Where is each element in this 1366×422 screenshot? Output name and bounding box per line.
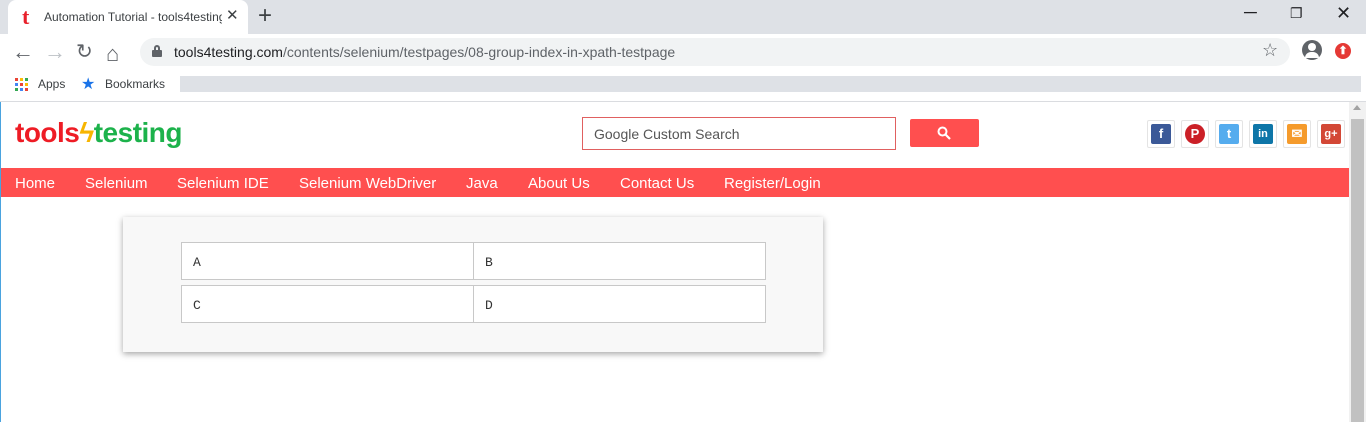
bookmark-bookmarks[interactable]: Bookmarks <box>105 77 165 91</box>
bookmark-star-icon[interactable]: ☆ <box>1262 40 1278 61</box>
logo-part-tools: tools <box>15 117 80 148</box>
bookmarks-placeholder-bar <box>180 76 1361 92</box>
nav-selenium-webdriver[interactable]: Selenium WebDriver <box>299 175 436 192</box>
account-icon[interactable] <box>1302 40 1322 60</box>
url-host: tools4testing.com <box>174 44 283 60</box>
reload-icon[interactable]: ↻ <box>76 38 93 66</box>
minimize-icon[interactable]: ─ <box>1244 2 1257 23</box>
address-bar[interactable]: tools4testing.com/contents/selenium/test… <box>140 38 1290 66</box>
nav-contact-us[interactable]: Contact Us <box>620 175 694 192</box>
browser-toolbar: ← → ↻ ⌂ tools4testing.com/contents/selen… <box>0 34 1366 70</box>
google-plus-button[interactable]: g+ <box>1317 120 1345 148</box>
nav-selenium-ide[interactable]: Selenium IDE <box>177 175 269 192</box>
lightning-bolt-icon: ϟ <box>79 117 94 148</box>
linkedin-icon: in <box>1253 124 1273 144</box>
bookmark-apps[interactable]: Apps <box>38 77 65 91</box>
nav-about-us[interactable]: About Us <box>528 175 590 192</box>
site-favicon-icon: t <box>22 4 30 29</box>
facebook-icon: f <box>1151 124 1171 144</box>
star-icon: ★ <box>81 76 96 93</box>
forward-arrow-icon[interactable]: → <box>44 38 66 66</box>
maximize-icon[interactable]: ❐ <box>1290 5 1303 22</box>
grid-cell-a: A <box>181 242 474 280</box>
extension-icon[interactable]: ⬆ <box>1335 43 1351 59</box>
twitter-button[interactable]: t <box>1215 120 1243 148</box>
grid-cell-d: D <box>473 285 766 323</box>
back-arrow-icon[interactable]: ← <box>12 38 34 66</box>
nav-home[interactable]: Home <box>15 175 55 192</box>
tab-strip: t Automation Tutorial - tools4testing ✕ … <box>0 0 1366 34</box>
close-icon[interactable]: ✕ <box>226 8 239 23</box>
nav-selenium[interactable]: Selenium <box>85 175 148 192</box>
plus-icon[interactable]: + <box>258 4 272 28</box>
scroll-up-arrow-icon[interactable] <box>1353 105 1361 110</box>
apps-grid-icon[interactable] <box>15 78 28 91</box>
main-nav: Home Selenium Selenium IDE Selenium WebD… <box>1 168 1349 197</box>
nav-java[interactable]: Java <box>466 175 498 192</box>
window-close-icon[interactable]: ✕ <box>1336 3 1351 24</box>
url-path: /contents/selenium/testpages/08-group-in… <box>282 44 676 60</box>
search-input[interactable] <box>583 118 895 149</box>
twitter-icon: t <box>1219 124 1239 144</box>
site-logo[interactable]: toolsϟtesting <box>15 116 183 150</box>
lock-icon[interactable] <box>152 45 162 57</box>
email-icon: ✉ <box>1287 124 1307 144</box>
search-button[interactable] <box>910 119 979 147</box>
nav-register-login[interactable]: Register/Login <box>724 175 821 192</box>
search-icon <box>937 126 951 140</box>
scroll-thumb[interactable] <box>1351 119 1364 422</box>
pinterest-icon: P <box>1185 124 1205 144</box>
linkedin-button[interactable]: in <box>1249 120 1277 148</box>
facebook-button[interactable]: f <box>1147 120 1175 148</box>
search-box <box>582 117 896 150</box>
logo-part-testing: testing <box>93 117 183 148</box>
page-viewport: toolsϟtesting f P t in ✉ g+ Home Seleniu… <box>0 102 1349 422</box>
google-plus-icon: g+ <box>1321 124 1341 144</box>
grid-cell-c: C <box>181 285 474 323</box>
url-text[interactable]: tools4testing.com/contents/selenium/test… <box>174 44 675 60</box>
tab-title: Automation Tutorial - tools4testing <box>44 10 222 24</box>
bookmarks-bar: Apps ★ Bookmarks <box>0 70 1366 100</box>
home-icon[interactable]: ⌂ <box>106 40 119 68</box>
active-tab[interactable]: t Automation Tutorial - tools4testing ✕ <box>8 0 248 34</box>
vertical-scrollbar[interactable] <box>1349 102 1366 422</box>
email-button[interactable]: ✉ <box>1283 120 1311 148</box>
grid-cell-b: B <box>473 242 766 280</box>
test-grid-card: A B C D <box>123 217 823 352</box>
pinterest-button[interactable]: P <box>1181 120 1209 148</box>
